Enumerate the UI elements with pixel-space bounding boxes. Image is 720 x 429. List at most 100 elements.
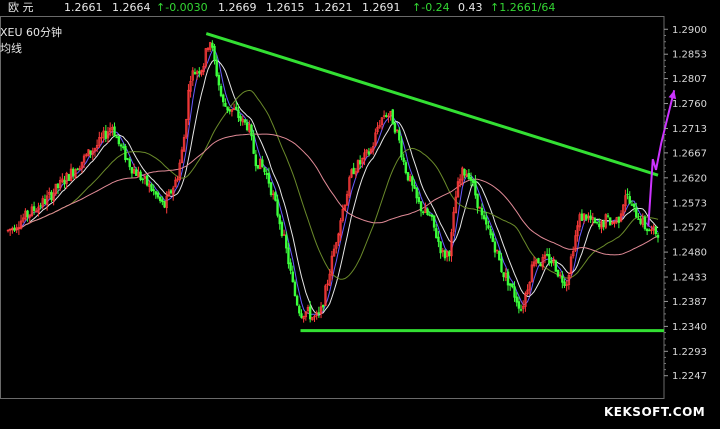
y-tick-label: 1.2527 [672,223,707,234]
candle-body [485,217,488,225]
y-tick-label: 1.2807 [672,74,707,85]
candle-body [498,250,501,261]
candle-body [26,210,29,218]
y-tick-label: 1.2620 [672,173,707,184]
candle-body [250,124,253,137]
candle-body [617,216,621,223]
candle-body [404,162,408,174]
candle-body [89,150,92,155]
candle-body [508,283,512,286]
y-tick-label: 1.2713 [672,124,707,135]
candle-body [32,206,36,212]
candle-body [411,176,414,186]
candle-body [539,263,542,267]
candle-body [295,295,299,306]
candle-body [593,218,597,224]
y-axis: 1.2900 1.2853 1.2807 1.2760 1.2713 1.2667 1.26… [664,25,707,382]
candle-body [606,215,610,217]
candle-body [211,42,214,48]
candle-body [358,160,362,165]
candle-body [226,106,229,111]
candle-body [243,119,247,123]
candle-body [491,233,494,242]
candle-body [63,180,66,185]
candle-body [104,130,108,139]
candle-body [437,236,440,242]
y-tick-label: 1.2853 [672,50,707,61]
candle-body [422,211,425,214]
candles [6,40,660,323]
candle-body [291,271,294,283]
candle-body [267,173,271,184]
candle-body [308,306,312,320]
candle-body [317,312,321,314]
candle-body [285,234,288,249]
candle-body [548,254,551,264]
candle-body [626,193,629,196]
candle-body [152,189,155,192]
candle-body [402,157,405,162]
candle-body [589,215,592,220]
candle-body [263,167,266,173]
candle-body [506,271,510,286]
candle-body [254,154,258,167]
candle-body [439,241,442,254]
candle-body [556,269,560,277]
y-tick-label: 1.2480 [672,248,707,259]
candle-body [432,215,436,228]
candle-body [50,191,53,201]
price-chart: 1.2900 1.2853 1.2807 1.2760 1.2713 1.2667 1.26… [0,16,707,399]
candle-body [563,281,566,286]
candle-body [580,213,584,221]
candle-body [280,222,284,237]
candle-body [398,130,401,141]
candle-body [602,221,605,228]
candle-body [393,123,397,133]
candle-body [274,192,277,201]
candle-body [117,136,121,145]
candle-body [391,109,394,125]
candle-body [656,234,660,238]
candle-body [443,250,447,259]
candle-body [474,180,477,196]
candle-body [228,109,231,112]
candle-body [428,214,431,216]
candle-body [639,218,642,224]
candle-body [487,225,490,229]
candle-body [198,71,201,74]
candle-body [598,223,601,228]
candle-body [239,116,242,122]
legend-symbol-period: XEU 60分钟 [0,25,62,39]
candle-body [135,169,138,176]
candle-body [161,199,164,203]
candle-body [169,190,173,194]
candle-body [480,207,484,216]
candle-body [608,217,612,226]
forecast-arrow-head [668,90,677,100]
candle-body [122,146,125,148]
candle-body [193,71,197,75]
candle-body [476,193,479,208]
candle-body [595,221,599,224]
y-tick-label: 1.2387 [672,297,707,308]
candle-body [158,196,162,202]
candle-body [415,187,418,199]
candle-body [352,167,355,175]
candle-body [124,145,127,161]
candle-body [417,197,421,203]
candle-body [287,247,290,265]
candle-body [163,201,166,208]
candle-body [13,227,16,231]
y-tick-label: 1.2900 [672,25,707,36]
candle-body [413,185,416,189]
candle-body [269,182,273,195]
y-tick-label: 1.2433 [672,273,707,284]
candle-body [448,251,451,257]
candle-body [213,45,216,61]
candle-body [141,178,144,181]
watermark: KEKSOFT.COM [604,405,706,419]
candle-body [224,102,227,107]
candle-body [278,215,281,225]
candle-body [406,172,410,181]
candle-body [367,151,371,155]
